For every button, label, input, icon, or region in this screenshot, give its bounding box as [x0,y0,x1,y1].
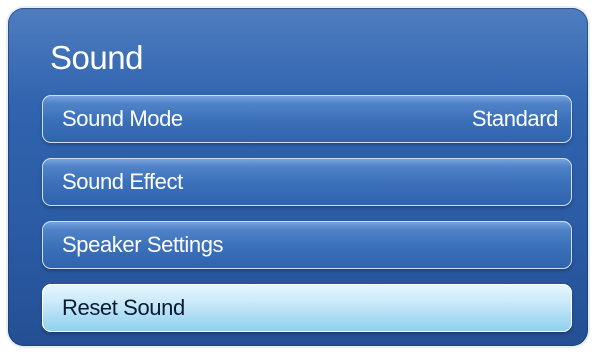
menu-item-value: Standard [471,106,558,131]
menu-title: Sound [50,39,143,76]
menu-item-label: Sound Effect [62,169,183,194]
menu-list: Sound Mode Standard Sound Effect Speaker… [42,95,572,346]
menu-item-label: Sound Mode [62,106,183,131]
menu-item-sound-mode[interactable]: Sound Mode Standard [42,95,572,143]
menu-item-label: Reset Sound [62,295,185,320]
menu-item-label: Speaker Settings [62,232,224,257]
menu-item-speaker-settings[interactable]: Speaker Settings [42,221,572,269]
menu-item-reset-sound[interactable]: Reset Sound [42,284,572,332]
menu-item-sound-effect[interactable]: Sound Effect [42,158,572,206]
sound-menu-panel: Sound Sound Mode Standard Sound Effect S… [8,8,588,346]
